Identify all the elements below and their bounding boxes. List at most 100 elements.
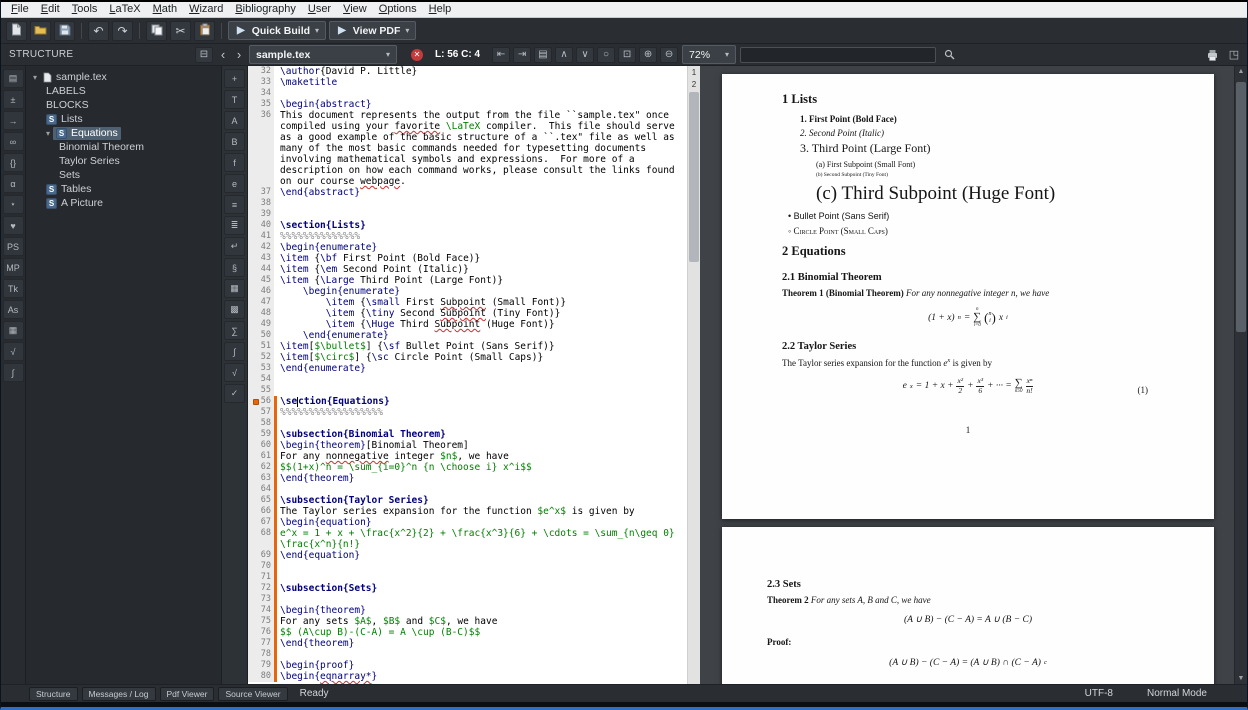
scroll-up-arrow-icon[interactable]: ▲ bbox=[1235, 68, 1247, 75]
structure-item-a-picture[interactable]: SA Picture bbox=[26, 196, 221, 210]
editor-line[interactable]: 68e^x = 1 + x + \frac{x^2}{2} + \frac{x^… bbox=[248, 528, 687, 539]
editor-line[interactable]: 39 bbox=[248, 209, 687, 220]
nav-forward-button[interactable]: › bbox=[233, 47, 245, 62]
structure-item-lists[interactable]: SLists bbox=[26, 112, 221, 126]
editor-line[interactable]: 70 bbox=[248, 561, 687, 572]
search-icon[interactable] bbox=[940, 47, 958, 63]
menu-help[interactable]: Help bbox=[423, 2, 458, 17]
line-number[interactable]: 59 bbox=[248, 429, 274, 440]
structure-view-button[interactable]: ▤ bbox=[3, 69, 24, 88]
editor-code-area[interactable]: 32\author{David P. Little}33\maketitle34… bbox=[248, 66, 687, 684]
integral2-button[interactable]: ∫ bbox=[224, 342, 245, 361]
cut-button[interactable]: ✂ bbox=[170, 21, 191, 41]
undo-button[interactable]: ↶ bbox=[88, 21, 109, 41]
structure-item-equations[interactable]: ▾SEquations bbox=[26, 126, 221, 140]
menu-wizard[interactable]: Wizard bbox=[183, 2, 229, 17]
bottom-tab-source-viewer[interactable]: Source Viewer bbox=[218, 687, 287, 701]
line-number[interactable]: 64 bbox=[248, 484, 274, 495]
open-document-selector[interactable]: sample.tex ▾ bbox=[249, 45, 397, 64]
misc-symbols-button[interactable]: ∞ bbox=[3, 132, 24, 151]
paste-button[interactable] bbox=[194, 21, 215, 41]
font-button[interactable]: A bbox=[224, 111, 245, 130]
editor-line[interactable]: 32\author{David P. Little} bbox=[248, 66, 687, 77]
matrix-button[interactable]: ▦ bbox=[224, 279, 245, 298]
line-number[interactable]: 36 bbox=[248, 110, 274, 121]
editor-line[interactable]: 53\end{enumerate} bbox=[248, 363, 687, 374]
editor-line[interactable]: 64 bbox=[248, 484, 687, 495]
line-number[interactable]: 56 bbox=[248, 396, 274, 407]
run-view-pdf-icon[interactable]: ▶ bbox=[338, 25, 346, 36]
bottom-tab-messages-log[interactable]: Messages / Log bbox=[82, 687, 156, 701]
line-number[interactable]: 35 bbox=[248, 99, 274, 110]
line-number[interactable]: 39 bbox=[248, 209, 274, 220]
line-number[interactable]: 50 bbox=[248, 330, 274, 341]
editor-line[interactable]: \frac{x^n}{n!} bbox=[248, 539, 687, 550]
editor-line[interactable]: 77\end{theorem} bbox=[248, 638, 687, 649]
line-number[interactable]: 67 bbox=[248, 517, 274, 528]
line-number[interactable]: 80 bbox=[248, 671, 274, 682]
line-number[interactable]: 34 bbox=[248, 88, 274, 99]
editor-line[interactable]: 43\item {\bf First Point (Bold Face)} bbox=[248, 253, 687, 264]
pdf-viewer[interactable]: 1 Lists 1. First Point (Bold Face)2. Sec… bbox=[700, 66, 1247, 684]
bold-button[interactable]: B bbox=[224, 132, 245, 151]
structure-item-binomial-theorem[interactable]: Binomial Theorem bbox=[26, 140, 221, 154]
editor-line[interactable]: 50 \end{enumerate} bbox=[248, 330, 687, 341]
editor-line[interactable]: 41%%%%%%%%%%%%%% bbox=[248, 231, 687, 242]
nav-back-button[interactable]: ‹ bbox=[217, 47, 229, 62]
line-number[interactable]: 46 bbox=[248, 286, 274, 297]
editor-line[interactable]: 78 bbox=[248, 649, 687, 660]
editor-line[interactable]: 74\begin{theorem} bbox=[248, 605, 687, 616]
line-number[interactable]: 62 bbox=[248, 462, 274, 473]
metapost-button[interactable]: MP bbox=[3, 258, 24, 277]
bottom-tab-structure[interactable]: Structure bbox=[29, 687, 78, 701]
editor-line[interactable]: 36This document represents the output fr… bbox=[248, 110, 687, 121]
greek-letters-button[interactable]: α bbox=[3, 174, 24, 193]
editor-line[interactable]: 33\maketitle bbox=[248, 77, 687, 88]
tree-expander-icon[interactable]: ▾ bbox=[43, 129, 53, 138]
pdf-search-input[interactable] bbox=[740, 47, 936, 63]
editor-line[interactable]: 79\begin{proof} bbox=[248, 660, 687, 671]
editor-line[interactable]: 67\begin{equation} bbox=[248, 517, 687, 528]
zoom-selector[interactable]: 72% ▾ bbox=[682, 45, 736, 64]
line-number[interactable]: 73 bbox=[248, 594, 274, 605]
line-number[interactable]: 38 bbox=[248, 198, 274, 209]
menu-math[interactable]: Math bbox=[147, 2, 183, 17]
editor-line[interactable]: 69\end{equation} bbox=[248, 550, 687, 561]
function-button[interactable]: f bbox=[224, 153, 245, 172]
quick-build-dropdown[interactable]: ▶ Quick Build ▾ bbox=[228, 21, 326, 40]
line-number[interactable]: 63 bbox=[248, 473, 274, 484]
editor-line[interactable]: 47 \item {\small First Subpoint (Small F… bbox=[248, 297, 687, 308]
menu-file[interactable]: File bbox=[5, 2, 35, 17]
editor-line[interactable]: 75For any sets $A$, $B$ and $C$, we have bbox=[248, 616, 687, 627]
line-number[interactable]: 54 bbox=[248, 374, 274, 385]
structure-item-taylor-series[interactable]: Taylor Series bbox=[26, 154, 221, 168]
line-number[interactable] bbox=[248, 132, 274, 143]
open-file-button[interactable] bbox=[30, 21, 51, 41]
insert-button[interactable]: + bbox=[224, 69, 245, 88]
save-file-button[interactable] bbox=[54, 21, 75, 41]
editor-line[interactable]: 42\begin{enumerate} bbox=[248, 242, 687, 253]
tikz-button[interactable]: Tk bbox=[3, 279, 24, 298]
menu-view[interactable]: View bbox=[337, 2, 373, 17]
line-number[interactable]: 75 bbox=[248, 616, 274, 627]
sum-button[interactable]: ∑ bbox=[224, 321, 245, 340]
structure-item-tables[interactable]: STables bbox=[26, 182, 221, 196]
menu-user[interactable]: User bbox=[302, 2, 337, 17]
blocks-button[interactable]: ▦ bbox=[3, 321, 24, 340]
line-number[interactable]: 51 bbox=[248, 341, 274, 352]
pdf-scrollbar[interactable]: ▲ ▼ bbox=[1234, 66, 1247, 684]
bottom-tab-pdf-viewer[interactable]: Pdf Viewer bbox=[160, 687, 215, 701]
line-number[interactable]: 78 bbox=[248, 649, 274, 660]
pdf-page-1[interactable]: 1 Lists 1. First Point (Bold Face)2. Sec… bbox=[722, 74, 1214, 519]
editor-scrollbar[interactable]: 12 bbox=[687, 66, 700, 684]
editor-line[interactable]: 73 bbox=[248, 594, 687, 605]
line-number[interactable]: 42 bbox=[248, 242, 274, 253]
editor-line[interactable]: involving mathematical symbols and expre… bbox=[248, 154, 687, 165]
line-number[interactable]: 65 bbox=[248, 495, 274, 506]
line-number[interactable] bbox=[248, 176, 274, 187]
line-number[interactable]: 43 bbox=[248, 253, 274, 264]
editor-line[interactable]: 61For any nonnegative integer $n$, we ha… bbox=[248, 451, 687, 462]
run-quick-build-icon[interactable]: ▶ bbox=[237, 25, 245, 36]
editor-line[interactable]: compiled using your favorite \LaTeX comp… bbox=[248, 121, 687, 132]
editor-line[interactable]: 46 \begin{enumerate} bbox=[248, 286, 687, 297]
